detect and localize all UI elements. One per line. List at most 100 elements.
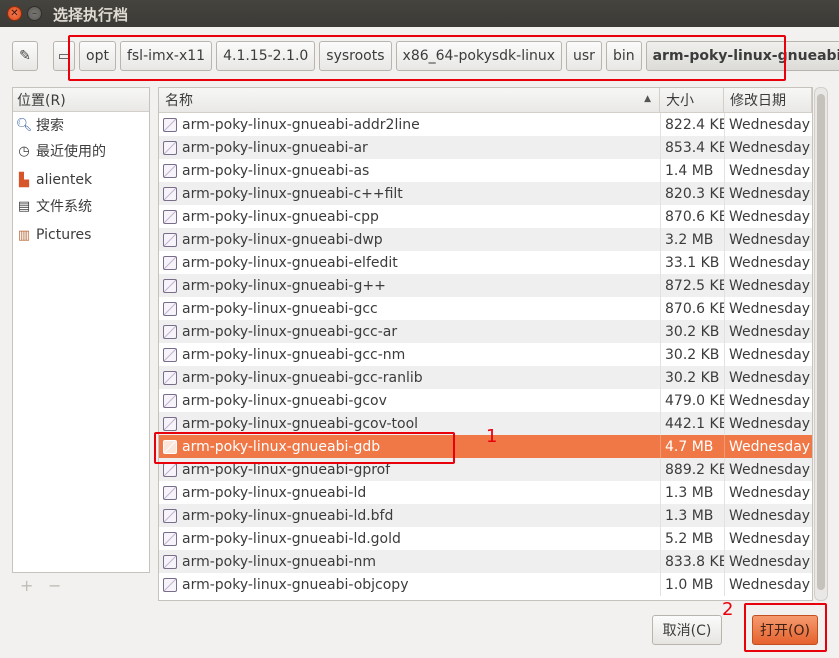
- column-header-size[interactable]: 大小: [660, 88, 724, 112]
- file-name: arm-poky-linux-gnueabi-ld: [182, 484, 367, 501]
- path-bar: ✎ ▭ opt fsl-imx-x11 4.1.15-2.1.0 sysroot…: [0, 27, 839, 85]
- sidebar-item-filesystem[interactable]: ▤ 文件系统: [13, 193, 149, 219]
- sidebar-item-label: alientek: [36, 172, 93, 188]
- cancel-button[interactable]: 取消(C): [652, 615, 722, 645]
- table-row[interactable]: arm-poky-linux-gnueabi-dwp 3.2 MB Wednesda…: [159, 228, 812, 251]
- executable-file-icon: [163, 255, 177, 270]
- breadcrumb-item[interactable]: opt: [79, 41, 116, 71]
- scrollbar-thumb[interactable]: [817, 94, 825, 590]
- file-name-cell: arm-poky-linux-gnueabi-addr2line: [159, 113, 660, 136]
- table-row[interactable]: arm-poky-linux-gnueabi-elfedit 33.1 KB Wed…: [159, 251, 812, 274]
- column-header-date[interactable]: 修改日期: [724, 88, 812, 112]
- table-row[interactable]: arm-poky-linux-gnueabi-gcc-nm 30.2 KB Wedn…: [159, 343, 812, 366]
- table-row[interactable]: arm-poky-linux-gnueabi-gcc-ranlib 30.2 KB…: [159, 366, 812, 389]
- search-icon: 🔍︎: [15, 117, 33, 133]
- file-name-cell: arm-poky-linux-gnueabi-as: [159, 159, 660, 182]
- drive-icon: ▤: [17, 198, 31, 214]
- file-size-cell: 4.7 MB: [660, 435, 724, 458]
- minimize-icon[interactable]: –: [27, 6, 42, 21]
- executable-file-icon: [163, 301, 177, 316]
- file-size-cell: 30.2 KB: [660, 343, 724, 366]
- file-date-cell: Wednesday: [724, 159, 812, 182]
- executable-file-icon: [163, 485, 177, 500]
- file-size-cell: 833.8 KB: [660, 550, 724, 573]
- close-icon[interactable]: ✕: [7, 6, 22, 21]
- file-name-cell: arm-poky-linux-gnueabi-gcc-ar: [159, 320, 660, 343]
- column-header-name[interactable]: 名称 ▲: [159, 88, 660, 112]
- table-row[interactable]: arm-poky-linux-gnueabi-gcc 870.6 KB Wednes…: [159, 297, 812, 320]
- file-size-cell: 822.4 KB: [660, 113, 724, 136]
- file-name: arm-poky-linux-gnueabi-c++filt: [182, 185, 403, 202]
- executable-file-icon: [163, 140, 177, 155]
- add-bookmark-button[interactable]: +: [20, 576, 33, 595]
- file-date-cell: Wednesday: [724, 412, 812, 435]
- breadcrumb-root-drive[interactable]: ▭: [53, 41, 75, 71]
- file-name-cell: arm-poky-linux-gnueabi-g++: [159, 274, 660, 297]
- file-size-cell: 30.2 KB: [660, 320, 724, 343]
- file-name: arm-poky-linux-gnueabi-gcc-ranlib: [182, 369, 423, 386]
- file-name-cell: arm-poky-linux-gnueabi-gcov-tool: [159, 412, 660, 435]
- file-rows: arm-poky-linux-gnueabi-addr2line 822.4 KB…: [159, 113, 812, 596]
- file-date-cell: Wednesday: [724, 343, 812, 366]
- file-size-cell: 1.3 MB: [660, 504, 724, 527]
- file-name: arm-poky-linux-gnueabi-as: [182, 162, 370, 179]
- file-date-cell: Wednesday: [724, 435, 812, 458]
- file-size-cell: 5.2 MB: [660, 527, 724, 550]
- table-row[interactable]: arm-poky-linux-gnueabi-g++ 872.5 KB Wednes…: [159, 274, 812, 297]
- sidebar-item-home[interactable]: ▙ alientek: [13, 167, 149, 193]
- table-row[interactable]: arm-poky-linux-gnueabi-c++filt 820.3 KB We…: [159, 182, 812, 205]
- file-date-cell: Wednesday: [724, 320, 812, 343]
- table-row[interactable]: arm-poky-linux-gnueabi-nm 833.8 KB Wednesd…: [159, 550, 812, 573]
- sidebar-item-search[interactable]: 🔍︎ 搜索: [13, 112, 149, 138]
- table-row[interactable]: arm-poky-linux-gnueabi-gcc-ar 30.2 KB Wedn…: [159, 320, 812, 343]
- file-name: arm-poky-linux-gnueabi-gcov: [182, 392, 387, 409]
- file-size-cell: 1.4 MB: [660, 159, 724, 182]
- vertical-scrollbar[interactable]: [814, 87, 828, 601]
- table-row[interactable]: arm-poky-linux-gnueabi-gcov 479.0 KB Wedne…: [159, 389, 812, 412]
- file-date-cell: Wednesday: [724, 182, 812, 205]
- breadcrumb-item[interactable]: x86_64-pokysdk-linux: [395, 41, 563, 71]
- executable-file-icon: [163, 531, 177, 546]
- sidebar-item-recent[interactable]: ◷ 最近使用的: [13, 138, 149, 164]
- file-name-cell: arm-poky-linux-gnueabi-gdb: [159, 435, 660, 458]
- breadcrumb-item[interactable]: usr: [566, 41, 602, 71]
- file-date-cell: Wednesday: [724, 366, 812, 389]
- file-date-cell: Wednesday: [724, 136, 812, 159]
- file-name: arm-poky-linux-gnueabi-dwp: [182, 231, 383, 248]
- edit-location-button[interactable]: ✎: [12, 41, 38, 71]
- table-row[interactable]: arm-poky-linux-gnueabi-ar 853.4 KB Wednesd…: [159, 136, 812, 159]
- table-row[interactable]: arm-poky-linux-gnueabi-as 1.4 MB Wednesday: [159, 159, 812, 182]
- file-name: arm-poky-linux-gnueabi-addr2line: [182, 116, 420, 133]
- file-date-cell: Wednesday: [724, 251, 812, 274]
- executable-file-icon: [163, 324, 177, 339]
- remove-bookmark-button[interactable]: −: [48, 576, 61, 595]
- executable-file-icon: [163, 278, 177, 293]
- breadcrumb-item[interactable]: bin: [605, 41, 642, 71]
- file-size-cell: 870.6 KB: [660, 297, 724, 320]
- sidebar-item-pictures[interactable]: ▥ Pictures: [13, 222, 149, 248]
- file-name-cell: arm-poky-linux-gnueabi-gcc: [159, 297, 660, 320]
- table-row[interactable]: arm-poky-linux-gnueabi-ld 1.3 MB Wednesday: [159, 481, 812, 504]
- table-row[interactable]: arm-poky-linux-gnueabi-ld.bfd 1.3 MB Wedne…: [159, 504, 812, 527]
- file-name: arm-poky-linux-gnueabi-gcc-nm: [182, 346, 406, 363]
- table-row[interactable]: arm-poky-linux-gnueabi-objcopy 1.0 MB Wedn…: [159, 573, 812, 596]
- breadcrumb-item[interactable]: fsl-imx-x11: [119, 41, 213, 71]
- breadcrumb-item-current[interactable]: arm-poky-linux-gnueabi: [645, 41, 839, 71]
- file-name: arm-poky-linux-gnueabi-cpp: [182, 208, 379, 225]
- file-date-cell: Wednesday: [724, 481, 812, 504]
- table-row[interactable]: arm-poky-linux-gnueabi-ld.gold 5.2 MB Wedn…: [159, 527, 812, 550]
- file-size-cell: 30.2 KB: [660, 366, 724, 389]
- open-button[interactable]: 打开(O): [752, 615, 818, 645]
- table-row[interactable]: arm-poky-linux-gnueabi-addr2line 822.4 KB…: [159, 113, 812, 136]
- executable-file-icon: [163, 554, 177, 569]
- file-date-cell: Wednesday: [724, 504, 812, 527]
- file-date-cell: Wednesday: [724, 205, 812, 228]
- window-titlebar: ✕ – 选择执行档: [0, 0, 839, 27]
- file-date-cell: Wednesday: [724, 550, 812, 573]
- executable-file-icon: [163, 439, 177, 454]
- breadcrumb-item[interactable]: sysroots: [319, 41, 392, 71]
- table-row[interactable]: arm-poky-linux-gnueabi-gprof 889.2 KB Wedn…: [159, 458, 812, 481]
- table-row[interactable]: arm-poky-linux-gnueabi-cpp 870.6 KB Wednes…: [159, 205, 812, 228]
- breadcrumb-item[interactable]: 4.1.15-2.1.0: [216, 41, 316, 71]
- sidebar-item-label: 搜索: [36, 118, 64, 134]
